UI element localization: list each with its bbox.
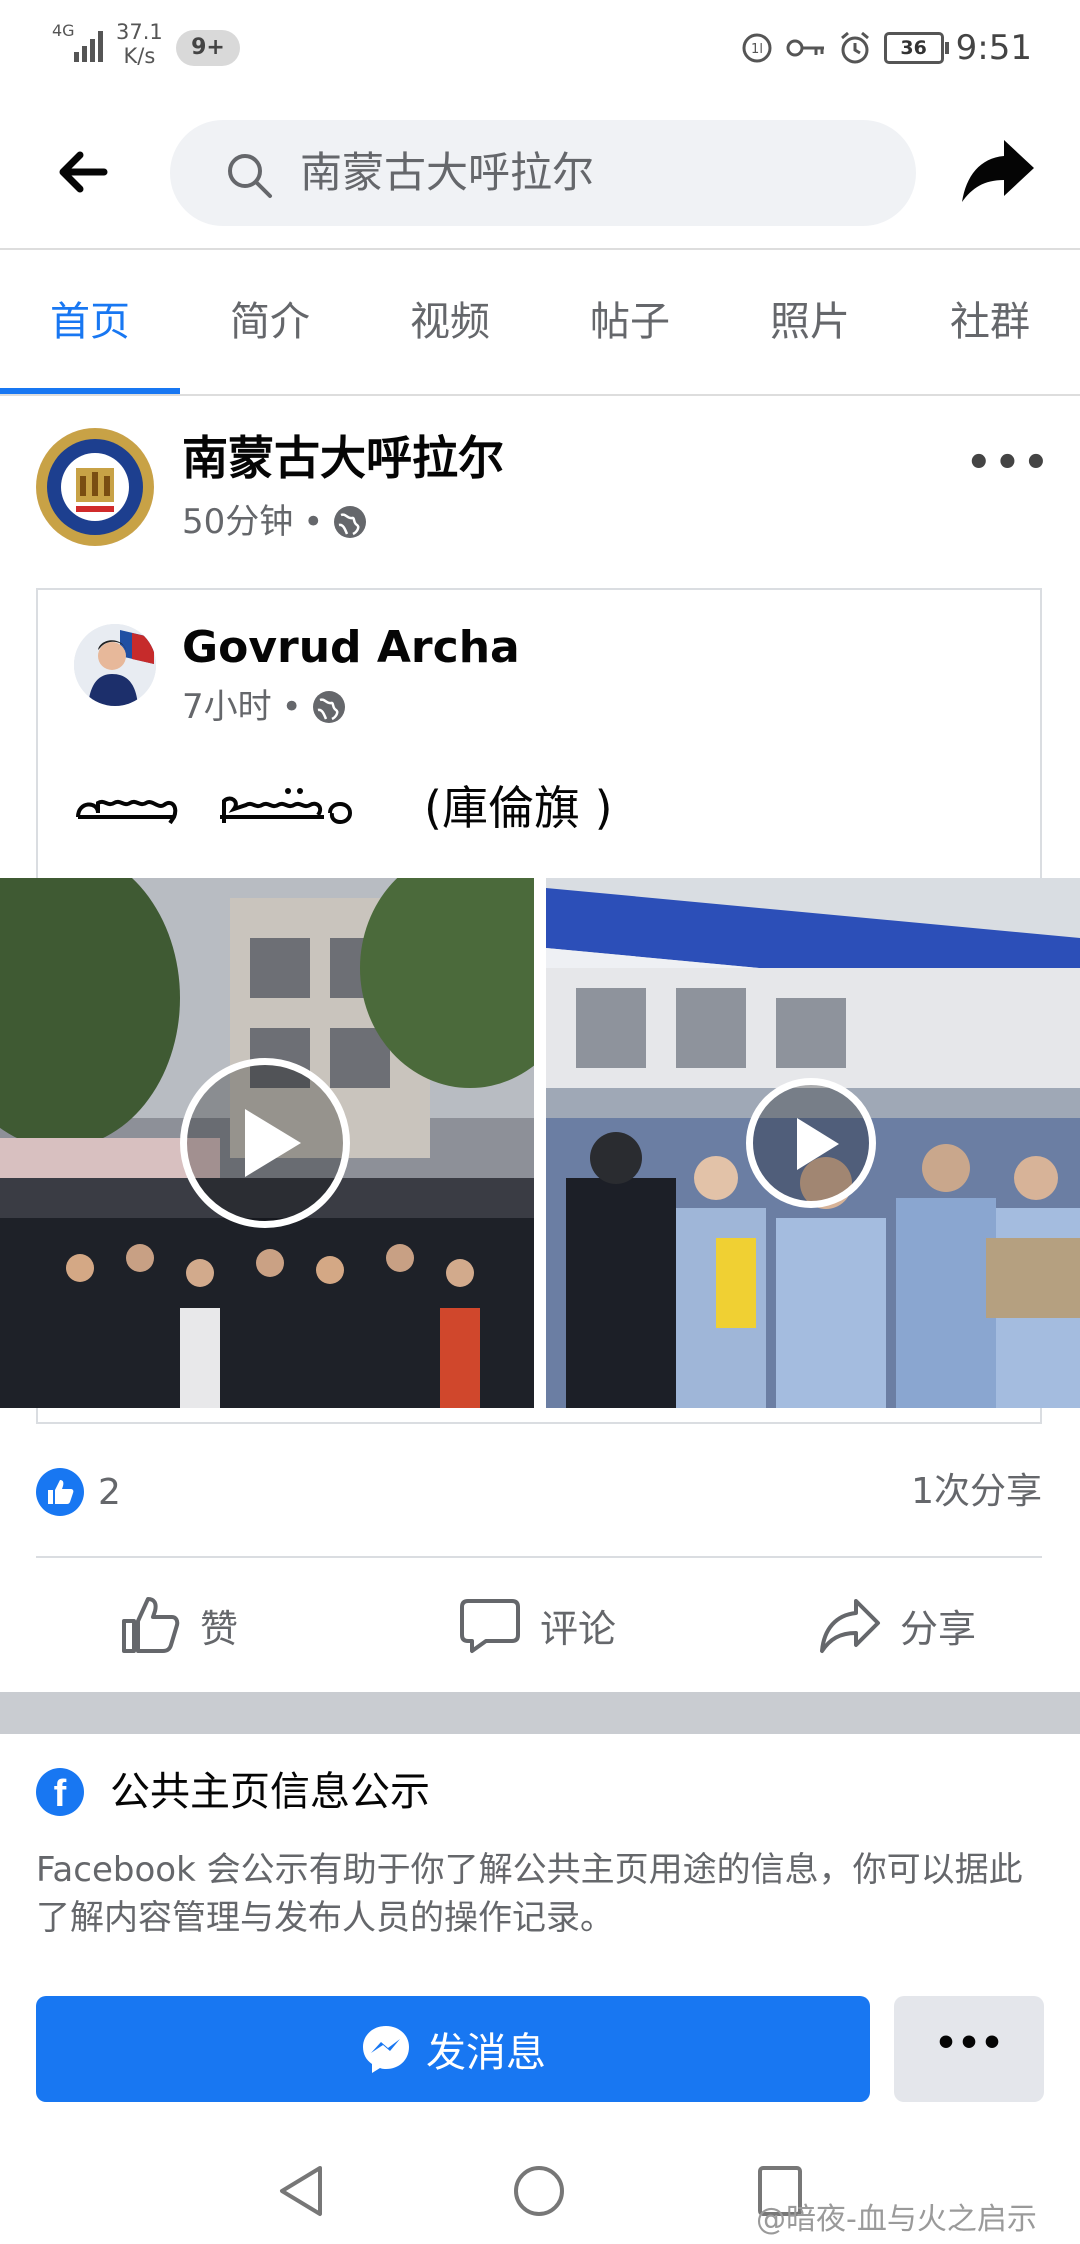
mongolian-script [76,788,353,825]
divider [36,1556,1042,1558]
tab-home[interactable]: 首页 [0,250,180,394]
share-button[interactable]: 分享 [818,1590,976,1660]
play-icon[interactable] [746,1078,876,1208]
network-speed-value: 37.1 [116,20,163,44]
like-count: 2 [98,1471,121,1513]
more-options-icon[interactable]: ••• [966,440,1052,486]
search-header: 南蒙古大呼拉尔 [0,96,1080,250]
alarm-icon [840,31,869,64]
author-name[interactable]: Govrud Archa [182,620,520,676]
comment-label: 评论 [540,1606,617,1651]
weibo-watermark: @暗夜-血与火之启示 [756,2202,1037,2237]
key-icon [786,39,824,57]
tab-photos[interactable]: 照片 [720,250,900,394]
shared-post-time: 7小时 [182,687,272,727]
meta-separator: • [303,502,324,542]
share-icon [820,1599,880,1653]
page-tabs: 首页 简介 视频 帖子 照片 社群 [0,250,1080,396]
tab-about[interactable]: 简介 [180,250,360,394]
tab-videos[interactable]: 视频 [360,250,540,394]
tab-communities[interactable]: 社群 [900,250,1080,394]
share-label: 分享 [900,1606,977,1651]
nav-back-icon[interactable] [276,2164,326,2218]
reaction-summary[interactable]: 2 [36,1466,121,1518]
battery-icon: 36 [883,32,949,64]
play-icon[interactable] [180,1058,350,1228]
more-actions-button[interactable]: ••• [894,1996,1044,2102]
globe-icon [334,506,367,538]
globe-icon [312,691,345,723]
tab-posts[interactable]: 帖子 [540,250,720,394]
signal-icon [74,31,103,62]
congress-seal-icon [37,429,153,545]
like-reaction-icon [36,1468,84,1516]
clock: 9:51 [955,28,1032,68]
transparency-title[interactable]: 公共主页信息公示 [110,1764,430,1820]
nav-home-icon[interactable] [512,2164,566,2218]
data-saver-icon: 1l [742,33,772,63]
back-arrow-icon[interactable] [52,142,112,202]
network-type: 4G [52,21,75,40]
author-photo [74,624,156,706]
network-speed: 37.1 K/s [116,20,163,68]
page-avatar[interactable] [36,428,154,546]
messenger-icon [363,2026,409,2073]
like-label: 赞 [200,1606,239,1651]
notification-badge: 9+ [176,30,240,66]
network-speed-unit: K/s [123,44,156,68]
search-icon [228,154,272,198]
author-avatar[interactable] [74,624,156,706]
video-thumbnail-2[interactable] [546,878,1080,1408]
share-count[interactable]: 1次分享 [911,1466,1042,1518]
shared-post-meta: 7小时 • [182,682,346,732]
post-time: 50分钟 [182,502,294,542]
page-name[interactable]: 南蒙古大呼拉尔 [182,428,504,488]
post-location-text: (庫倫旗 ) [424,781,613,835]
search-query: 南蒙古大呼拉尔 [300,148,595,197]
svg-text:1l: 1l [751,42,763,57]
transparency-description: Facebook 会公示有助于你了解公共主页用途的信息，你可以据此了解内容管理与… [36,1850,1023,1938]
post-meta: 50分钟 • [182,496,367,548]
like-button[interactable]: 赞 [118,1590,238,1660]
active-tab-indicator [0,388,180,394]
send-message-label: 发消息 [426,2030,546,2076]
thumbs-up-outline-icon [122,1597,180,1653]
status-icons: 1l 36 9:51 [740,26,1032,70]
comment-icon [460,1599,520,1653]
section-separator [0,1692,1080,1734]
search-input[interactable]: 南蒙古大呼拉尔 [170,120,916,226]
share-arrow-icon[interactable] [960,136,1036,206]
shared-post-text: (庫倫旗 ) [74,778,613,838]
facebook-logo-icon: f [36,1768,84,1816]
meta-separator: • [281,687,302,727]
status-bar: 4G 37.1 K/s 9+ 1l 36 9:51 [0,0,1080,96]
thumbs-up-icon [48,1480,74,1504]
video-thumbnail-1[interactable] [0,878,534,1408]
comment-button[interactable]: 评论 [458,1590,616,1660]
send-message-button[interactable]: 发消息 [36,1996,870,2102]
